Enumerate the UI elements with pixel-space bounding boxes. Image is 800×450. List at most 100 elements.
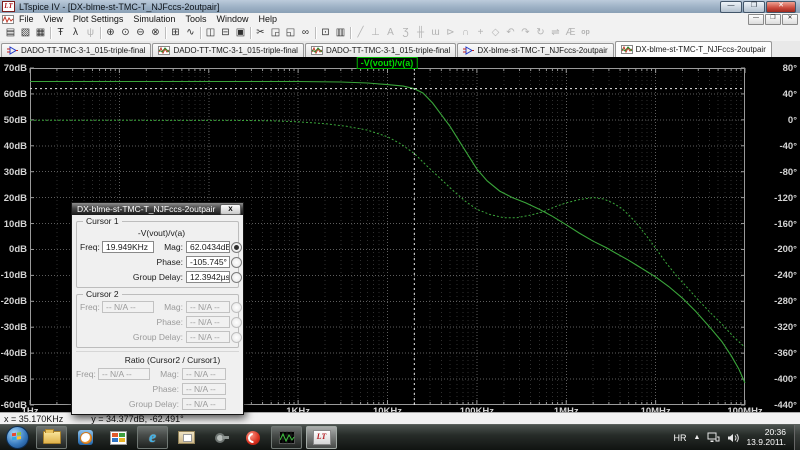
cursor-dialog-title: DX-blme-st-TMC-T_NJFccs-2outpair [77, 204, 215, 214]
taskbar-item-internet-explorer[interactable]: e [137, 426, 168, 449]
y-axis-right-label: -40° [749, 141, 799, 152]
cascade-windows-button[interactable]: ▣ [233, 26, 248, 40]
cursor1-phase-field[interactable]: -105.745° [186, 256, 230, 268]
toolbar-separator [165, 27, 166, 39]
mag-label: Mag: [150, 369, 182, 379]
cursor1-mag-field[interactable]: 62.0434dB [186, 241, 230, 253]
print-preview-button[interactable]: ⊡ [318, 26, 333, 40]
new-schematic-button[interactable]: ▤ [3, 26, 18, 40]
open-button[interactable]: ▧ [18, 26, 33, 40]
language-indicator[interactable]: HR [674, 433, 687, 443]
copy-button[interactable]: ◲ [268, 26, 283, 40]
zoom-out-button[interactable]: ⊖ [133, 26, 148, 40]
cursor1-phase-radio[interactable] [231, 257, 242, 268]
taskbar-item-photo-viewer[interactable] [104, 427, 133, 448]
menu-view[interactable]: View [39, 13, 68, 25]
trace-label[interactable]: -V(vout)/v(a) [357, 57, 418, 69]
y-axis-left-label: 0dB [0, 244, 27, 255]
start-button[interactable] [6, 426, 29, 449]
run-button[interactable]: λ [68, 26, 83, 40]
minimize-button[interactable]: — [720, 1, 742, 13]
cursor1-group-delay-radio[interactable] [231, 272, 242, 283]
speaker-icon[interactable] [727, 433, 739, 443]
folder-icon [43, 431, 61, 444]
toolbar-separator [350, 27, 351, 39]
cursor-dialog-titlebar[interactable]: DX-blme-st-TMC-T_NJFccs-2outpair x [72, 203, 243, 215]
y-axis-left-label: 30dB [0, 167, 27, 178]
photo-viewer-icon [110, 431, 127, 445]
show-desktop-button[interactable] [794, 425, 800, 450]
menu-simulation[interactable]: Simulation [128, 13, 180, 25]
ratio-freq-field: -- N/A -- [98, 368, 150, 380]
tab-schematic-dado[interactable]: DADO-TT-TMC-3-1_015-triple-final [1, 43, 151, 57]
taskbar-item-explorer[interactable] [36, 426, 67, 449]
place-component-button: ∩ [458, 26, 473, 40]
y-axis-left-label: -10dB [0, 270, 27, 281]
taskbar-item-utility-app[interactable] [205, 427, 234, 448]
windows-logo-icon [12, 433, 16, 437]
save-button[interactable]: ▦ [33, 26, 48, 40]
mdi-restore-button[interactable]: ❐ [765, 14, 781, 25]
redo-button: ↷ [518, 26, 533, 40]
maximize-button[interactable]: ❐ [743, 1, 765, 13]
menu-plot-settings[interactable]: Plot Settings [68, 13, 129, 25]
mdi-close-button[interactable]: ✕ [782, 14, 798, 25]
taskbar-item-antivirus[interactable] [238, 427, 267, 448]
cursor1-group-label: Cursor 1 [83, 216, 122, 226]
toolbar-separator [315, 27, 316, 39]
y-axis-right-label: 0° [749, 115, 799, 126]
tray-expand-icon[interactable]: ▲ [694, 434, 701, 441]
menu-window[interactable]: Window [211, 13, 253, 25]
freq-label: Freq: [76, 369, 98, 379]
tab-label: DX-blme-st-TMC-T_NJFccs-2outpair [477, 46, 607, 55]
cursor1-group-delay-field[interactable]: 12.3942µs [186, 271, 230, 283]
tile-horizontal-button[interactable]: ⊟ [218, 26, 233, 40]
group-delay-label: Group Delay: [76, 399, 182, 409]
taskbar-item-documents-app[interactable] [172, 427, 201, 448]
place-capacitor-button: ╫ [413, 26, 428, 40]
cursor1-group: Cursor 1 -V(vout)/v(a) Freq: 19.949KHz M… [76, 221, 239, 288]
taskbar-item-media-player[interactable] [71, 427, 100, 448]
tab-waveform-dx-active[interactable]: DX-blme-st-TMC-T_NJFccs-2outpair [615, 41, 772, 57]
menu-tools[interactable]: Tools [180, 13, 211, 25]
title-bar[interactable]: LT LTspice IV - [DX-blme-st-TMC-T_NJFccs… [0, 0, 800, 14]
cut-button[interactable]: ✂ [253, 26, 268, 40]
control-panel-button[interactable]: Ŧ [53, 26, 68, 40]
mag-label: Mag: [154, 242, 186, 252]
mdi-document-icon [2, 15, 14, 24]
cursor1-expression: -V(vout)/v(a) [80, 228, 243, 238]
paste-button[interactable]: ◱ [283, 26, 298, 40]
waveform-icon [158, 46, 170, 55]
plot-settings-button[interactable]: ∿ [183, 26, 198, 40]
cursor1-freq-field[interactable]: 19.949KHz [102, 241, 154, 253]
tool-icon [215, 433, 225, 443]
zoom-in-button[interactable]: ⊕ [103, 26, 118, 40]
mag-label: Mag: [154, 302, 186, 312]
tile-vertical-button[interactable]: ◫ [203, 26, 218, 40]
close-button[interactable]: ✕ [766, 1, 796, 13]
menu-help[interactable]: Help [253, 13, 282, 25]
mdi-minimize-button[interactable]: — [748, 14, 764, 25]
cursor1-mag-radio[interactable] [231, 242, 242, 253]
ratio-group: Ratio (Cursor2 / Cursor1) Freq: -- N/A -… [76, 351, 239, 410]
taskbar-item-ltspice[interactable]: LT [306, 426, 337, 449]
status-x-readout: x = 35.170KHz [4, 414, 63, 424]
find-button[interactable]: ∞ [298, 26, 313, 40]
network-icon[interactable] [707, 432, 720, 443]
print-button[interactable]: ▥ [333, 26, 348, 40]
tab-waveform-dado-1[interactable]: DADO-TT-TMC-3-1_015-triple-final [152, 43, 303, 57]
ratio-mag-field: -- N/A -- [182, 368, 226, 380]
tab-schematic-dx[interactable]: DX-blme-st-TMC-T_NJFccs-2outpair [457, 43, 613, 57]
tab-waveform-dado-2[interactable]: DADO-TT-TMC-3-1_015-triple-final [305, 43, 456, 57]
cursor2-phase-field: -- N/A -- [186, 316, 230, 328]
clock[interactable]: 20:36 13.9.2011. [746, 428, 786, 447]
autorange-button[interactable]: ⊞ [168, 26, 183, 40]
taskbar-item-plot-window[interactable] [271, 426, 302, 449]
label-net-button: A [383, 26, 398, 40]
menu-file[interactable]: File [14, 13, 39, 25]
dialog-close-button[interactable]: x [220, 204, 241, 215]
taskbar: e LT HR ▲ 20:36 13.9.2011. [0, 424, 800, 450]
zoom-area-button[interactable]: ⊙ [118, 26, 133, 40]
phase-label: Phase: [80, 257, 186, 267]
zoom-extents-button[interactable]: ⊗ [148, 26, 163, 40]
